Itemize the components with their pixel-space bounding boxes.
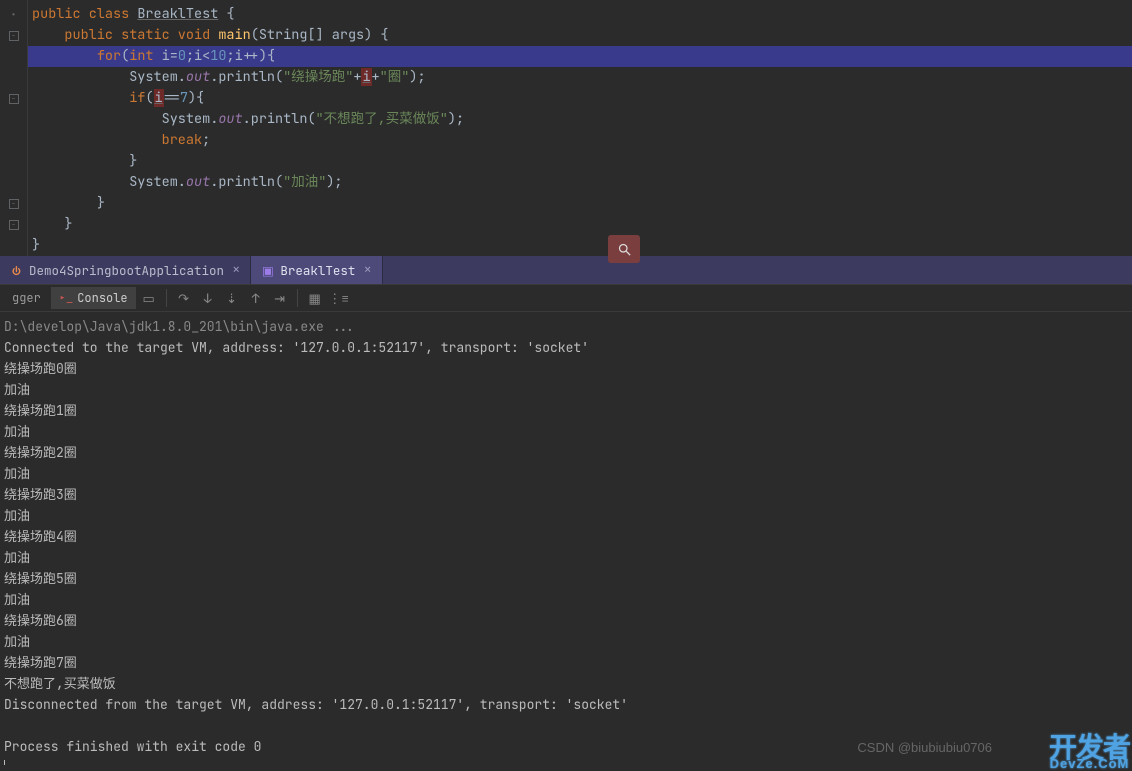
run-to-cursor-icon[interactable]: ⇥ xyxy=(269,287,291,309)
run-config-icon: ⏻ xyxy=(10,264,23,277)
console-line: 加油 xyxy=(4,379,1128,400)
highlighted-line[interactable]: for(int i=0;i<10;i++){ xyxy=(28,46,1132,67)
step-out-icon[interactable]: ↑ xyxy=(245,287,267,309)
cursor xyxy=(4,760,5,765)
force-step-icon[interactable]: ⇣ xyxy=(221,287,243,309)
console-line xyxy=(4,715,1128,736)
console-line: 加油 xyxy=(4,421,1128,442)
brand-watermark: 开发者 DevZe.CoM xyxy=(1049,726,1130,771)
debug-toolbar: gger ▸_ Console ▭ ↷ ↓ ⇣ ↑ ⇥ ▦ ⋮≡ xyxy=(0,284,1132,312)
separator xyxy=(297,289,298,307)
console-line: 加油 xyxy=(4,547,1128,568)
console-line: 绕操场跑2圈 xyxy=(4,442,1128,463)
step-into-icon[interactable]: ↓ xyxy=(197,287,219,309)
variable-i: i xyxy=(154,89,164,107)
fold-icon[interactable]: − xyxy=(9,31,19,41)
step-over-icon[interactable]: ↷ xyxy=(173,287,195,309)
code-content[interactable]: public class BreaklTest { public static … xyxy=(28,0,1132,256)
csdn-watermark: CSDN @biubiubiu0706 xyxy=(857,740,992,755)
close-icon[interactable]: × xyxy=(363,263,371,277)
console-line: 加油 xyxy=(4,505,1128,526)
fold-icon[interactable]: − xyxy=(9,94,19,104)
console-line: 绕操场跑0圈 xyxy=(4,358,1128,379)
console-icon: ▸_ xyxy=(59,290,73,306)
settings-icon[interactable]: ⋮≡ xyxy=(328,287,350,309)
console-line: Connected to the target VM, address: '12… xyxy=(4,337,1128,358)
console-line: D:\develop\Java\jdk1.8.0_201\bin\java.ex… xyxy=(4,316,1128,337)
debugger-tab[interactable]: gger xyxy=(4,287,49,309)
tab-demo4springboot[interactable]: ⏻ Demo4SpringbootApplication × xyxy=(0,256,251,284)
console-line: Disconnected from the target VM, address… xyxy=(4,694,1128,715)
fold-icon[interactable]: − xyxy=(9,199,19,209)
console-line: 绕操场跑1圈 xyxy=(4,400,1128,421)
separator xyxy=(166,289,167,307)
fold-icon[interactable]: − xyxy=(9,220,19,230)
class-name: BreaklTest xyxy=(137,5,218,23)
run-config-tabs: ⏻ Demo4SpringbootApplication × ▣ BreaklT… xyxy=(0,256,1132,284)
run-config-icon: ▣ xyxy=(261,264,274,277)
close-icon[interactable]: × xyxy=(232,263,240,277)
console-line: 绕操场跑7圈 xyxy=(4,652,1128,673)
tab-label: Demo4SpringbootApplication xyxy=(29,262,224,279)
console-line: 绕操场跑5圈 xyxy=(4,568,1128,589)
console-line: 不想跑了,买菜做饭 xyxy=(4,673,1128,694)
variable-i: i xyxy=(361,68,371,86)
console-line: 绕操场跑6圈 xyxy=(4,610,1128,631)
console-line: 绕操场跑4圈 xyxy=(4,526,1128,547)
search-icon[interactable] xyxy=(608,235,640,263)
keyword: public class xyxy=(32,5,129,23)
console-line: 加油 xyxy=(4,631,1128,652)
console-output[interactable]: D:\develop\Java\jdk1.8.0_201\bin\java.ex… xyxy=(0,312,1132,765)
tab-label: BreaklTest xyxy=(280,262,355,279)
editor-gutter: • − − − − xyxy=(0,0,28,256)
evaluate-icon[interactable]: ▦ xyxy=(304,287,326,309)
console-line: 加油 xyxy=(4,463,1128,484)
code-editor[interactable]: • − − − − public class BreaklTest { publ… xyxy=(0,0,1132,256)
console-line: 绕操场跑3圈 xyxy=(4,484,1128,505)
console-line: 加油 xyxy=(4,589,1128,610)
layout-icon[interactable]: ▭ xyxy=(138,287,160,309)
console-tab[interactable]: ▸_ Console xyxy=(51,287,136,309)
tab-breakltest[interactable]: ▣ BreaklTest × xyxy=(251,256,382,284)
